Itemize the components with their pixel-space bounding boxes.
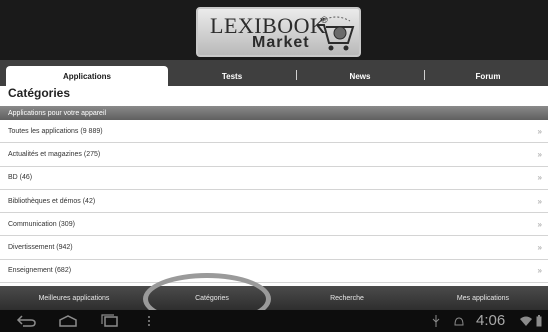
list-item-label: Toutes les applications (9 889) xyxy=(8,127,103,135)
home-icon[interactable] xyxy=(56,313,80,329)
list-item[interactable]: BD (46) » xyxy=(0,167,548,190)
tab-separator xyxy=(424,70,425,80)
list-item-label: BD (46) xyxy=(8,174,33,182)
bottom-tab-my-apps[interactable]: Mes applications xyxy=(418,286,548,310)
tab-tests[interactable]: Tests xyxy=(172,66,292,86)
chevron-right-icon: » xyxy=(537,219,542,229)
menu-icon[interactable] xyxy=(144,313,154,329)
back-icon[interactable] xyxy=(14,313,38,329)
list-item[interactable]: Divertissement (942) » xyxy=(0,236,548,260)
lexibook-market-logo[interactable]: LEXIBOOK ® Market xyxy=(196,7,361,57)
bottom-tab-categories[interactable]: Catégories xyxy=(148,286,276,310)
top-header: LEXIBOOK ® Market xyxy=(0,0,548,60)
clock: 4:06 xyxy=(476,312,506,329)
chevron-right-icon: » xyxy=(537,149,542,159)
system-bar: 4:06 xyxy=(0,310,548,332)
top-tab-bar: Applications Tests News Forum xyxy=(0,60,548,86)
logo-market-label: Market xyxy=(252,34,310,51)
tab-news[interactable]: News xyxy=(300,66,420,86)
shopping-cart-icon xyxy=(318,16,355,51)
tab-applications[interactable]: Applications xyxy=(6,66,168,86)
battery-icon xyxy=(535,313,543,329)
chevron-right-icon: » xyxy=(537,173,542,183)
list-item[interactable]: Actualités et magazines (275) » xyxy=(0,143,548,167)
list-item-label: Communication (309) xyxy=(8,220,75,228)
android-debug-icon xyxy=(452,313,466,329)
usb-icon xyxy=(430,313,442,329)
chevron-right-icon: » xyxy=(537,243,542,253)
bottom-nav-bar: Meilleures applications Catégories Reche… xyxy=(0,286,548,310)
list-item-label: Bibliothèques et démos (42) xyxy=(8,197,96,205)
list-item[interactable]: Communication (309) » xyxy=(0,213,548,237)
chevron-right-icon: » xyxy=(537,196,542,206)
chevron-right-icon: » xyxy=(537,126,542,136)
tab-separator xyxy=(296,70,297,80)
bottom-tab-top-apps[interactable]: Meilleures applications xyxy=(0,286,148,310)
tab-forum[interactable]: Forum xyxy=(428,66,548,86)
list-item[interactable]: Bibliothèques et démos (42) » xyxy=(0,190,548,214)
chevron-right-icon: » xyxy=(537,266,542,276)
list-item-label: Divertissement (942) xyxy=(8,244,73,252)
recent-apps-icon[interactable] xyxy=(98,313,122,329)
list-item[interactable]: Enseignement (682) » xyxy=(0,260,548,284)
category-list: Toutes les applications (9 889) » Actuali… xyxy=(0,120,548,284)
list-item-label: Actualités et magazines (275) xyxy=(8,150,101,158)
list-item[interactable]: Toutes les applications (9 889) » xyxy=(0,120,548,144)
bottom-tab-search[interactable]: Recherche xyxy=(276,286,418,310)
wifi-icon xyxy=(520,313,532,329)
page-title: Catégories xyxy=(8,86,71,100)
section-header: Applications pour votre appareil xyxy=(0,106,548,120)
list-item-label: Enseignement (682) xyxy=(8,267,72,275)
